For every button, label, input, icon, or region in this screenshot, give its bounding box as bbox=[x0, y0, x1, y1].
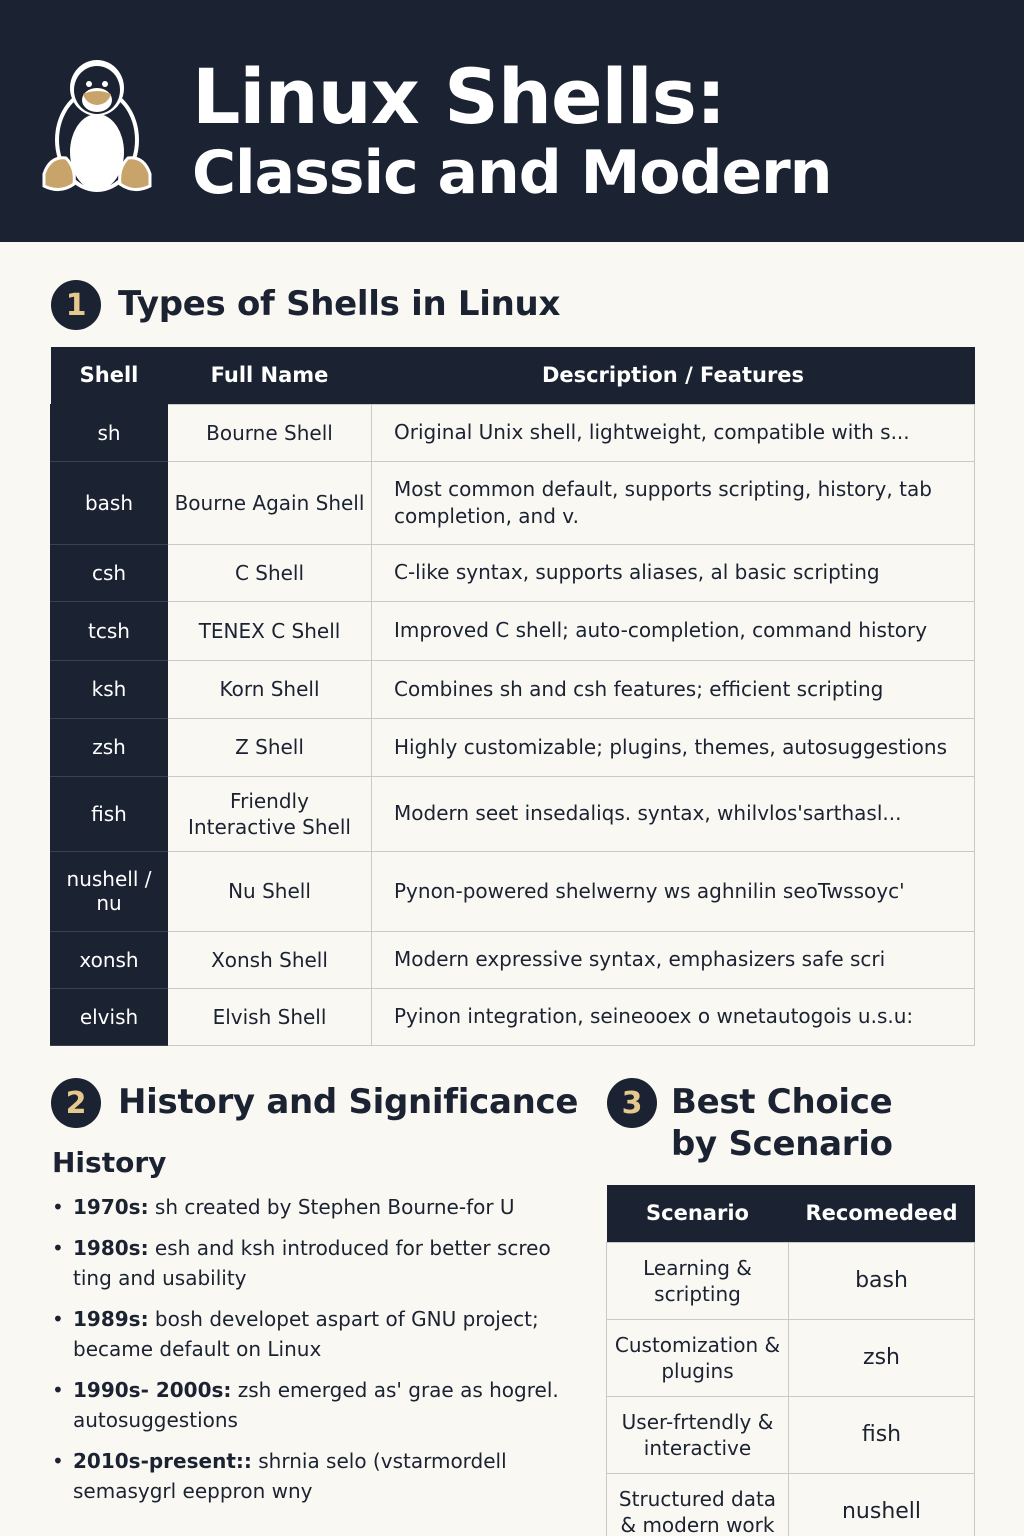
full-name-cell: Xonsh Shell bbox=[167, 930, 372, 989]
list-item: 1989s: bosh developet aspart of GNU proj… bbox=[52, 1304, 572, 1364]
full-name-cell: Bourne Shell bbox=[167, 403, 372, 462]
penguin-icon bbox=[42, 60, 152, 192]
shell-cell: csh bbox=[50, 543, 168, 602]
shell-cell: nushell / nu bbox=[50, 850, 168, 932]
section-title: Best Choice bbox=[671, 1082, 893, 1122]
table-header-row: Shell Full Name Description / Features bbox=[50, 347, 975, 404]
shell-cell: zsh bbox=[50, 717, 168, 777]
list-item: 2010s-present:: shrnia selo (vstarmordel… bbox=[52, 1446, 572, 1506]
recommended-cell: zsh bbox=[788, 1318, 975, 1397]
history-period: 1970s: bbox=[73, 1195, 149, 1219]
shell-cell: tcsh bbox=[50, 600, 168, 661]
list-item: 1980s: esh and ksh introduced for better… bbox=[52, 1233, 572, 1293]
description-cell: Combines sh and csh features; efficient … bbox=[371, 659, 975, 719]
column-header-recommended: Recomedeed bbox=[788, 1185, 975, 1242]
history-period: 1990s- 2000s: bbox=[73, 1378, 232, 1402]
table-row: ksh Korn Shell Combines sh and csh featu… bbox=[50, 659, 975, 719]
full-name-cell: Korn Shell bbox=[167, 659, 372, 719]
recommended-cell: nushell bbox=[788, 1472, 975, 1536]
table-header-row: Scenario Recomedeed bbox=[606, 1185, 975, 1242]
full-name-cell: Friendly Interactive Shell bbox=[167, 775, 372, 852]
scenario-cell: Customization & plugins bbox=[606, 1318, 789, 1397]
table-row: nushell / nu Nu Shell Pynon-powered shel… bbox=[50, 850, 975, 932]
shell-cell: xonsh bbox=[50, 930, 168, 989]
table-row: tcsh TENEX C Shell Improved C shell; aut… bbox=[50, 600, 975, 661]
scenario-cell: Structured data & modern work bbox=[606, 1472, 789, 1536]
history-period: 1989s: bbox=[73, 1307, 149, 1331]
section-title: Types of Shells in Linux bbox=[118, 284, 561, 324]
history-subheading: History bbox=[52, 1146, 167, 1179]
column-header-shell: Shell bbox=[50, 347, 168, 404]
shell-cell: sh bbox=[50, 403, 168, 462]
description-cell: Modern seet insedaliqs. syntax, whilvlos… bbox=[371, 775, 975, 852]
description-cell: Pynon-powered shelwerny ws aghnilin seoT… bbox=[371, 850, 975, 932]
page-title: Linux Shells: bbox=[192, 52, 726, 141]
list-item: 1970s: sh created by Stephen Bourne-for … bbox=[52, 1192, 572, 1222]
table-row: zsh Z Shell Highly customizable; plugins… bbox=[50, 717, 975, 777]
shell-cell: fish bbox=[50, 775, 168, 852]
column-header-full-name: Full Name bbox=[167, 347, 372, 404]
description-cell: Modern expressive syntax, emphasizers sa… bbox=[371, 930, 975, 989]
section-number-badge: 3 bbox=[607, 1078, 657, 1128]
table-row: elvish Elvish Shell Pyinon integration, … bbox=[50, 987, 975, 1046]
scenario-cell: User-frtendly & interactive bbox=[606, 1395, 789, 1474]
shell-cell: ksh bbox=[50, 659, 168, 719]
history-period: 2010s-present:: bbox=[73, 1449, 252, 1473]
table-row: sh Bourne Shell Original Unix shell, lig… bbox=[50, 403, 975, 462]
history-list: 1970s: sh created by Stephen Bourne-for … bbox=[52, 1192, 572, 1517]
table-row: csh C Shell C-like syntax, supports alia… bbox=[50, 543, 975, 602]
scenario-cell: Learning & scripting bbox=[606, 1241, 789, 1320]
history-period: 1980s: bbox=[73, 1236, 149, 1260]
section-number-badge: 1 bbox=[51, 280, 101, 330]
column-header-description: Description / Features bbox=[371, 347, 975, 404]
table-row: User-frtendly & interactive fish bbox=[606, 1395, 975, 1474]
section-number-badge: 2 bbox=[51, 1078, 101, 1128]
recommended-cell: fish bbox=[788, 1395, 975, 1474]
page-subtitle: Classic and Modern bbox=[192, 138, 832, 208]
full-name-cell: Z Shell bbox=[167, 717, 372, 777]
shell-types-table: Shell Full Name Description / Features s… bbox=[50, 347, 975, 1046]
shell-cell: bash bbox=[50, 460, 168, 545]
description-cell: Original Unix shell, lightweight, compat… bbox=[371, 403, 975, 462]
table-row: xonsh Xonsh Shell Modern expressive synt… bbox=[50, 930, 975, 989]
table-row: Learning & scripting bash bbox=[606, 1241, 975, 1320]
column-header-scenario: Scenario bbox=[606, 1185, 789, 1242]
description-cell: Pyinon integration, seineooex o wnetauto… bbox=[371, 987, 975, 1046]
description-cell: Highly customizable; plugins, themes, au… bbox=[371, 717, 975, 777]
shell-cell: elvish bbox=[50, 987, 168, 1046]
table-row: fish Friendly Interactive Shell Modern s… bbox=[50, 775, 975, 852]
list-item: 1990s- 2000s: zsh emerged as' grae as ho… bbox=[52, 1375, 572, 1435]
full-name-cell: Nu Shell bbox=[167, 850, 372, 932]
section-title-line2: by Scenario bbox=[671, 1124, 893, 1164]
full-name-cell: Elvish Shell bbox=[167, 987, 372, 1046]
full-name-cell: Bourne Again Shell bbox=[167, 460, 372, 545]
description-cell: Improved C shell; auto-completion, comma… bbox=[371, 600, 975, 661]
history-text: sh created by Stephen Bourne-for U bbox=[148, 1195, 515, 1219]
table-row: Customization & plugins zsh bbox=[606, 1318, 975, 1397]
header-banner: Linux Shells: Classic and Modern bbox=[0, 0, 1024, 242]
full-name-cell: C Shell bbox=[167, 543, 372, 602]
table-row: Structured data & modern work nushell bbox=[606, 1472, 975, 1536]
table-row: bash Bourne Again Shell Most common defa… bbox=[50, 460, 975, 545]
description-cell: C-like syntax, supports aliases, al basi… bbox=[371, 543, 975, 602]
recommended-cell: bash bbox=[788, 1241, 975, 1320]
scenario-table: Scenario Recomedeed Learning & scripting… bbox=[606, 1185, 975, 1536]
section-title: History and Significance bbox=[118, 1082, 579, 1122]
description-cell: Most common default, supports scripting,… bbox=[371, 460, 975, 545]
full-name-cell: TENEX C Shell bbox=[167, 600, 372, 661]
